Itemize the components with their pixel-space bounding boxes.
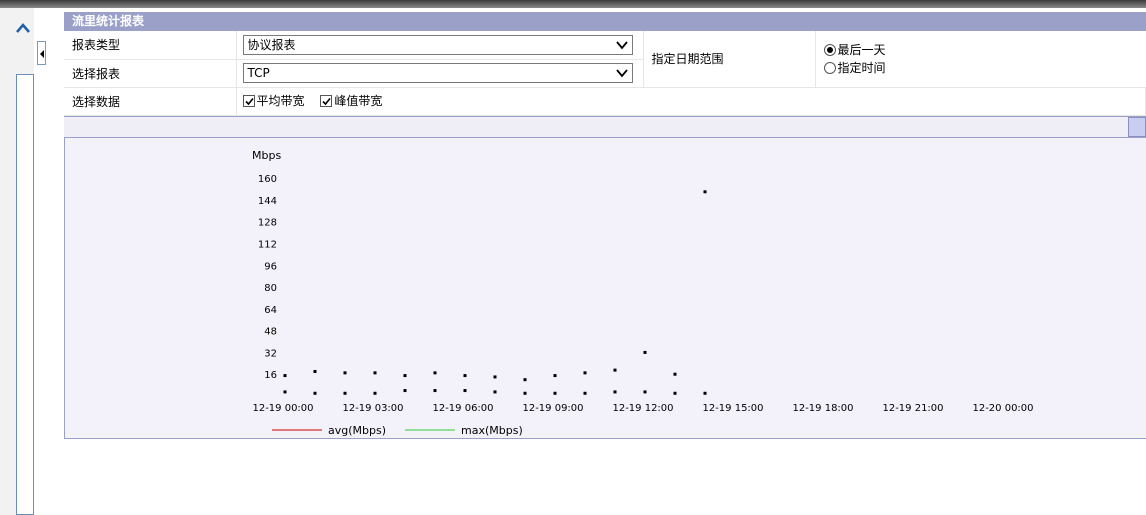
avg-data-point <box>523 391 527 395</box>
chevron-down-icon <box>615 69 628 78</box>
toolbar-button[interactable] <box>1128 116 1146 137</box>
y-axis-label: Mbps <box>252 149 281 162</box>
chevron-up-icon[interactable] <box>14 20 32 36</box>
x-tick-label: 12-19 12:00 <box>612 403 673 414</box>
max-data-point <box>343 370 347 374</box>
legend-label: avg(Mbps) <box>328 424 386 437</box>
max-data-point <box>493 374 497 378</box>
x-tick-label: 12-19 00:00 <box>252 403 313 414</box>
max-data-point <box>373 370 377 374</box>
radio-last-day-label: 最后一天 <box>837 43 886 58</box>
avg-data-point <box>343 391 347 395</box>
max-data-point <box>613 368 617 372</box>
date-range-label: 指定日期范围 <box>643 31 816 88</box>
y-tick-label: 32 <box>264 348 277 359</box>
report-type-value: 协议报表 <box>247 37 296 52</box>
avg-data-point <box>373 391 377 395</box>
x-tick-label: 12-19 18:00 <box>792 403 853 414</box>
max-data-point <box>643 350 647 354</box>
y-tick-label: 48 <box>264 326 277 337</box>
left-nav-panel <box>16 74 34 515</box>
checkbox-checked[interactable] <box>320 94 333 107</box>
checkbox-avg-bandwidth[interactable]: 平均带宽 <box>242 92 305 109</box>
max-data-point <box>703 189 707 193</box>
y-tick-label: 80 <box>264 283 277 294</box>
caret-left-icon <box>40 50 44 58</box>
traffic-report-panel: 流里统计报表 报表类型 协议报表 指定日期范围 最后一天 指定时间 选择报表 T… <box>64 12 1146 442</box>
max-data-point <box>553 373 557 377</box>
y-tick-label: 160 <box>258 174 277 185</box>
max-data-point <box>313 369 317 373</box>
check-icon <box>322 97 331 105</box>
panel-title: 流里统计报表 <box>64 12 1146 31</box>
select-report-label: 选择报表 <box>64 59 237 88</box>
checkbox-checked[interactable] <box>242 94 255 107</box>
select-report-select[interactable]: TCP <box>242 63 633 83</box>
max-data-point <box>523 377 527 381</box>
checkbox-avg-label: 平均带宽 <box>256 94 305 109</box>
avg-data-point <box>403 388 407 392</box>
avg-data-point <box>283 389 287 393</box>
chevron-down-icon <box>615 41 628 50</box>
max-data-point <box>463 373 467 377</box>
y-tick-label: 144 <box>258 195 277 206</box>
checkbox-peak-label: 峰值带宽 <box>334 94 383 109</box>
report-type-label: 报表类型 <box>64 31 237 60</box>
x-tick-label: 12-19 21:00 <box>882 403 943 414</box>
max-data-point <box>403 373 407 377</box>
avg-data-point <box>463 388 467 392</box>
radio-button-selected[interactable] <box>823 43 836 56</box>
y-tick-label: 112 <box>258 239 277 250</box>
max-data-point <box>583 370 587 374</box>
radio-custom-time-label: 指定时间 <box>837 61 886 76</box>
bandwidth-chart: Mbps 16 32 48 64 80 96 112 128 144 160 12-19 00:00 1… <box>252 149 1034 437</box>
report-form: 报表类型 协议报表 指定日期范围 最后一天 指定时间 选择报表 TCP 选择数据… <box>64 31 1146 116</box>
avg-data-point <box>553 391 557 395</box>
radio-custom-time[interactable]: 指定时间 <box>823 59 1146 77</box>
x-tick-label: 12-19 15:00 <box>702 403 763 414</box>
check-icon <box>244 97 254 105</box>
y-tick-label: 16 <box>264 370 277 381</box>
avg-data-point <box>433 388 437 392</box>
x-tick-label: 12-19 09:00 <box>522 403 583 414</box>
avg-data-point <box>613 389 617 393</box>
max-data-point <box>283 373 287 377</box>
avg-data-point <box>673 391 677 395</box>
y-tick-label: 96 <box>264 261 277 272</box>
max-data-point <box>433 370 437 374</box>
chart-toolbar <box>64 115 1146 138</box>
sidebar-toggle[interactable] <box>37 41 46 65</box>
y-tick-label: 128 <box>258 217 277 228</box>
avg-data-point <box>493 389 497 393</box>
avg-data-point <box>643 389 647 393</box>
avg-data-point <box>313 391 317 395</box>
select-report-value: TCP <box>247 66 270 80</box>
chart-area: Mbps 16 32 48 64 80 96 112 128 144 160 12-19 00:00 1… <box>64 137 1146 439</box>
select-data-label: 选择数据 <box>64 87 237 116</box>
radio-last-day[interactable]: 最后一天 <box>823 41 1146 59</box>
y-tick-label: 64 <box>264 304 277 315</box>
radio-button[interactable] <box>823 61 836 74</box>
avg-data-point <box>583 391 587 395</box>
x-tick-label: 12-19 06:00 <box>432 403 493 414</box>
top-border <box>0 0 1146 8</box>
legend-label: max(Mbps) <box>461 424 523 437</box>
max-data-point <box>673 372 677 376</box>
x-tick-label: 12-20 00:00 <box>972 403 1033 414</box>
avg-data-point <box>703 391 707 395</box>
report-type-select[interactable]: 协议报表 <box>242 34 633 55</box>
checkbox-peak-bandwidth[interactable]: 峰值带宽 <box>320 92 382 109</box>
x-tick-label: 12-19 03:00 <box>342 403 403 414</box>
